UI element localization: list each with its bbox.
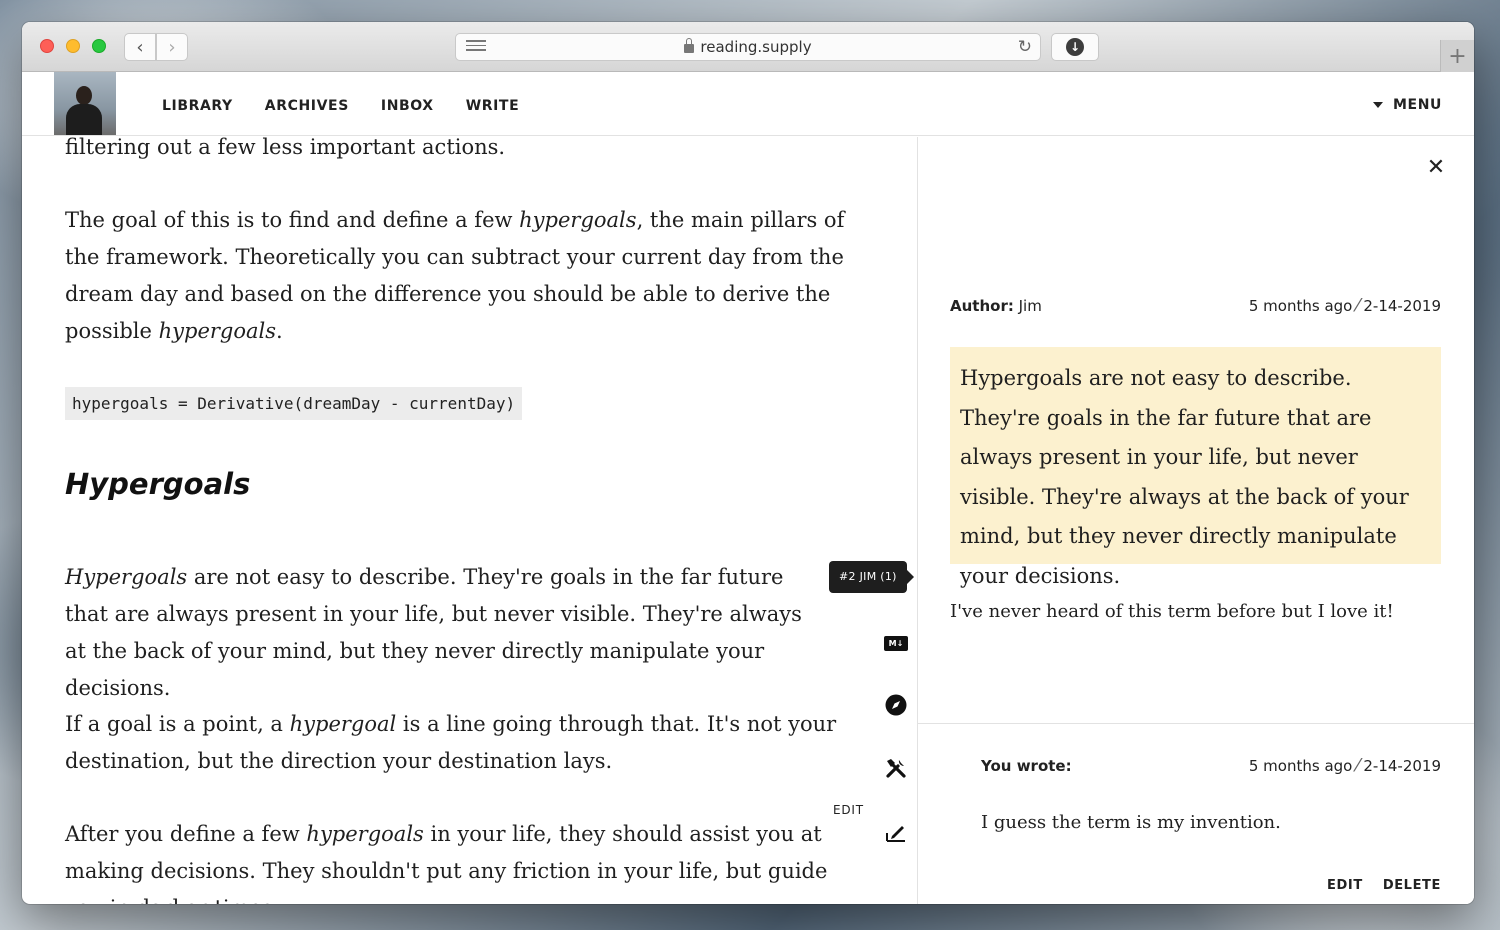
chevron-left-icon: ‹	[136, 36, 144, 58]
download-icon: ↓	[1066, 38, 1084, 56]
edit-label[interactable]: EDIT	[833, 803, 864, 817]
reply-meta: You wrote: 5 months ago ⁄ 2-14-2019	[981, 755, 1441, 776]
menu-label: MENU	[1393, 97, 1442, 113]
compass-icon	[885, 694, 907, 716]
avatar[interactable]	[54, 72, 116, 135]
author-comment: I've never heard of this term before but…	[950, 601, 1394, 622]
back-button[interactable]: ‹	[124, 33, 156, 61]
downloads-button[interactable]: ↓	[1051, 33, 1099, 61]
compass-button[interactable]	[884, 693, 908, 717]
reader-view-icon[interactable]	[466, 40, 486, 54]
tools-button[interactable]	[884, 756, 908, 780]
browser-titlebar: ‹ › reading.supply ↻ ↓ +	[22, 22, 1474, 72]
comment-tooltip[interactable]: #2 JIM (1)	[829, 561, 914, 593]
markdown-button[interactable]: M↓	[884, 631, 908, 655]
new-tab-button[interactable]: +	[1440, 40, 1474, 72]
author-meta: Author: Jim 5 months ago ⁄ 2-14-2019	[950, 295, 1441, 316]
forward-button[interactable]: ›	[156, 33, 188, 61]
section-heading: Hypergoals	[65, 467, 251, 501]
menu-button[interactable]: MENU	[1373, 97, 1442, 113]
author-time: 5 months ago	[1248, 297, 1353, 315]
maximize-window-button[interactable]	[92, 39, 106, 53]
address-bar[interactable]: reading.supply ↻	[455, 33, 1041, 61]
comment-panel: ✕ Author: Jim 5 months ago ⁄ 2-14-2019 Hyp…	[918, 137, 1474, 904]
nav-library[interactable]: LIBRARY	[162, 98, 233, 114]
article-paragraph: The goal of this is to find and define a…	[65, 208, 845, 343]
nav-write[interactable]: WRITE	[466, 98, 520, 114]
reply-time: 5 months ago	[1248, 757, 1353, 775]
edit-button[interactable]	[884, 820, 908, 844]
reply-date: 2-14-2019	[1363, 757, 1441, 775]
article-paragraph: If a goal is a point, a hypergoal is a l…	[65, 712, 837, 773]
url-text: reading.supply	[700, 38, 812, 56]
markdown-icon: M↓	[884, 635, 908, 651]
code-block: hypergoals = Derivative(dreamDay - curre…	[65, 387, 523, 420]
nav-links: LIBRARY ARCHIVES INBOX WRITE	[162, 98, 519, 114]
highlighted-paragraph[interactable]: Hypergoals are not easy to describe. The…	[65, 559, 825, 707]
article-paragraph: After you define a few hypergoals in you…	[65, 822, 828, 904]
author-label: Author:	[950, 297, 1014, 315]
author-date: 2-14-2019	[1363, 297, 1441, 315]
lock-icon	[684, 37, 695, 53]
nav-archives[interactable]: ARCHIVES	[265, 98, 349, 114]
reply-actions: EDIT DELETE	[1327, 878, 1441, 893]
article-body: filtering out a few less important actio…	[22, 137, 918, 904]
nav-inbox[interactable]: INBOX	[381, 98, 434, 114]
tools-icon	[886, 759, 906, 778]
reply-divider	[918, 723, 1474, 724]
minimize-window-button[interactable]	[66, 39, 80, 53]
article-paragraph: filtering out a few less important actio…	[65, 137, 506, 159]
browser-window: ‹ › reading.supply ↻ ↓ + LIBRARY ARCHIVE…	[22, 22, 1474, 904]
you-wrote-label: You wrote:	[981, 757, 1072, 775]
pencil-icon	[886, 826, 905, 842]
caret-down-icon	[1373, 102, 1384, 108]
site-nav: LIBRARY ARCHIVES INBOX WRITE MENU	[22, 72, 1474, 136]
reply-text: I guess the term is my invention.	[981, 812, 1281, 833]
highlight-quote: Hypergoals are not easy to describe. The…	[950, 347, 1441, 588]
edit-reply-button[interactable]: EDIT	[1327, 878, 1363, 893]
close-icon[interactable]: ✕	[1426, 155, 1446, 180]
delete-reply-button[interactable]: DELETE	[1383, 878, 1441, 893]
reload-icon[interactable]: ↻	[1018, 37, 1032, 57]
chevron-right-icon: ›	[168, 36, 176, 58]
close-window-button[interactable]	[40, 39, 54, 53]
author-name: Jim	[1018, 297, 1042, 315]
